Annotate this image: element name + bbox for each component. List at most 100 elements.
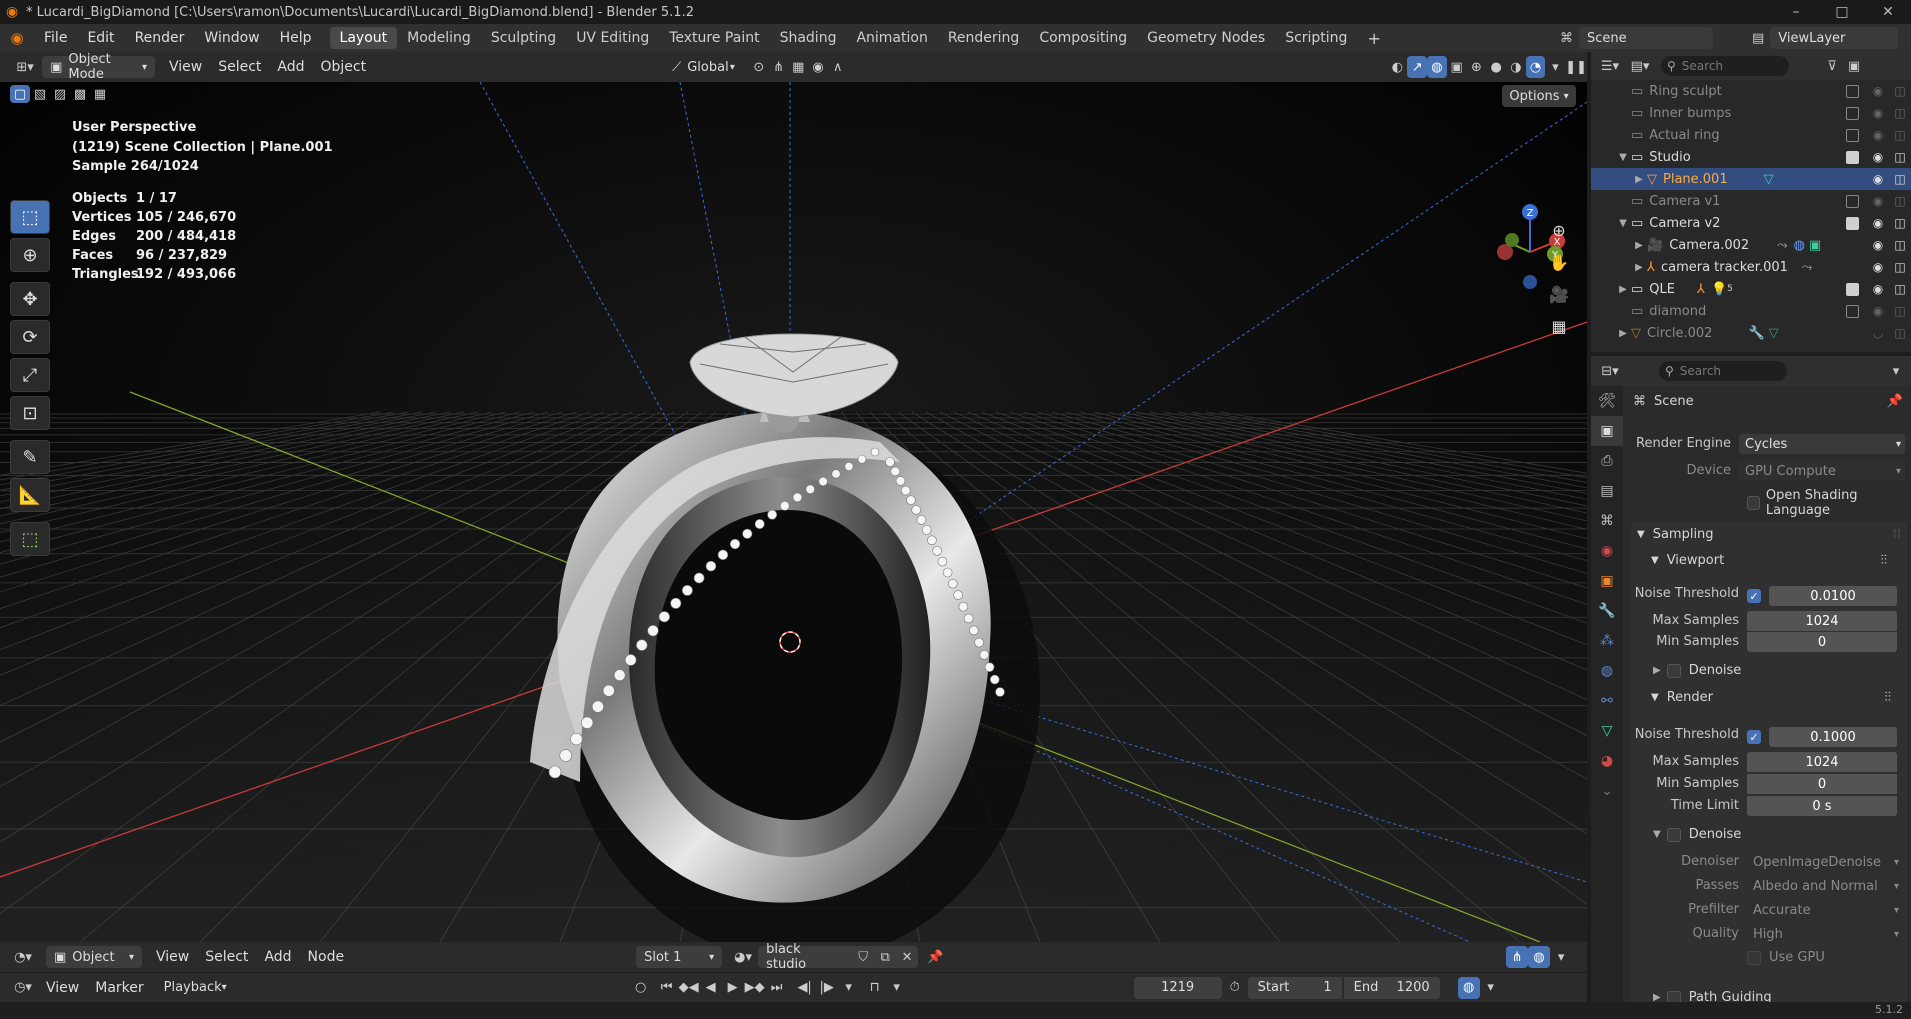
solid-shading-icon[interactable]: ● xyxy=(1486,56,1506,78)
render-denoise-subpanel[interactable]: ▼ Denoise xyxy=(1653,827,1741,842)
chevron-down-icon[interactable]: ▼ xyxy=(1615,218,1631,229)
render-time-limit-field[interactable]: 0 s xyxy=(1747,796,1897,816)
world-tab-icon[interactable]: ◉ xyxy=(1591,536,1623,566)
viewport-noise-threshold-field[interactable]: 0.0100 xyxy=(1769,586,1897,606)
pan-hand-icon[interactable]: ✋ xyxy=(1545,248,1573,276)
osl-checkbox[interactable] xyxy=(1747,496,1760,510)
workspace-tab-geometry-nodes[interactable]: Geometry Nodes xyxy=(1137,27,1275,49)
chevron-right-icon[interactable]: ▶ xyxy=(1631,174,1647,185)
close-button[interactable]: ✕ xyxy=(1865,0,1911,24)
viewport-menu-view[interactable]: View xyxy=(161,56,210,78)
options-dropdown[interactable]: Options ▾ xyxy=(1502,85,1576,107)
camera-render-icon[interactable]: ◫ xyxy=(1889,84,1911,98)
editor-type-icon[interactable]: ⊞▾ xyxy=(8,56,42,78)
eye-icon[interactable]: ◉ xyxy=(1867,216,1889,230)
pivot-point-icon[interactable]: ⊙ xyxy=(749,56,769,78)
render-denoise-checkbox[interactable] xyxy=(1666,827,1681,842)
data-tab-icon[interactable]: ▽ xyxy=(1591,716,1623,746)
workspace-tab-layout[interactable]: Layout xyxy=(329,27,398,49)
viewport-menu-select[interactable]: Select xyxy=(210,56,269,78)
workspace-tab-compositing[interactable]: Compositing xyxy=(1029,27,1137,49)
physics-tab-icon[interactable]: ◍ xyxy=(1591,656,1623,686)
display-mode-icon[interactable]: ▤▾ xyxy=(1625,55,1655,77)
chevron-down-icon[interactable]: ▾ xyxy=(838,977,860,999)
material-shading-icon[interactable]: ◑ xyxy=(1506,56,1526,78)
render-max-samples-field[interactable]: 1024 xyxy=(1747,752,1897,772)
camera-render-icon[interactable]: ◫ xyxy=(1889,216,1911,230)
eye-icon[interactable]: ◉ xyxy=(1867,172,1889,186)
viewport-noise-threshold-checkbox[interactable]: ✓ xyxy=(1747,589,1761,603)
scene-tab-icon[interactable]: ⌘ xyxy=(1591,506,1623,536)
xray-toggle-icon[interactable]: ▣ xyxy=(1447,56,1467,78)
rendered-shading-icon[interactable]: ◔ xyxy=(1525,56,1546,78)
workspace-tab-modeling[interactable]: Modeling xyxy=(397,27,481,49)
exclude-checkbox[interactable] xyxy=(1846,106,1859,120)
menu-edit[interactable]: Edit xyxy=(77,24,124,52)
select-box-tool-icon[interactable]: ⬚ xyxy=(10,200,50,234)
new-collection-icon[interactable]: ▣ xyxy=(1843,55,1865,77)
osl-option[interactable]: Open Shading Language xyxy=(1747,488,1911,518)
move-tool-icon[interactable]: ✥ xyxy=(10,282,50,316)
object-tab-icon[interactable]: ▣ xyxy=(1591,566,1623,596)
gizmo-neg-y[interactable] xyxy=(1505,233,1519,247)
proportional-edit-icon[interactable]: ◉ xyxy=(808,56,828,78)
camera-render-icon[interactable]: ◫ xyxy=(1889,106,1911,120)
outliner-row-circle-002[interactable]: ▶ ▽ Circle.002 🔧 ▽ ◡ ◫ xyxy=(1591,322,1911,344)
start-frame-field[interactable]: Start 1 xyxy=(1247,976,1342,999)
material-name-field[interactable]: black studio xyxy=(758,942,853,972)
shader-menu-add[interactable]: Add xyxy=(256,946,299,968)
unlink-material-icon[interactable]: ✕ xyxy=(896,946,919,968)
outliner-row-ring-sculpt[interactable]: ▭ Ring sculpt ◉ ◫ xyxy=(1591,80,1911,102)
presets-icon[interactable]: ⫶⫶ xyxy=(1881,553,1888,568)
quality-dropdown[interactable]: High ▾ xyxy=(1747,924,1903,944)
outliner-row-inner-bumps[interactable]: ▭ Inner bumps ◉ ◫ xyxy=(1591,102,1911,124)
minimize-button[interactable]: – xyxy=(1773,0,1819,24)
workspace-tab-sculpting[interactable]: Sculpting xyxy=(481,27,566,49)
outliner-row-camera-v2[interactable]: ▼ ▭ Camera v2 ◉ ◫ xyxy=(1591,212,1911,234)
current-frame-field[interactable]: 1219 xyxy=(1133,976,1222,999)
tool-tab-icon[interactable]: 🛠 xyxy=(1591,386,1623,416)
menu-help[interactable]: Help xyxy=(270,24,322,52)
jump-start-icon[interactable]: ⏮ xyxy=(656,977,678,999)
workspace-tab-scripting[interactable]: Scripting xyxy=(1275,27,1357,49)
eye-icon[interactable]: ◉ xyxy=(1867,84,1889,98)
hidden-eye-icon[interactable]: ◡ xyxy=(1867,326,1889,340)
outliner-row-qle[interactable]: ▶ ▭ QLE ⅄ 💡 5 ◉ ◫ xyxy=(1591,278,1911,300)
gizmo-neg-z[interactable] xyxy=(1523,275,1537,289)
chevron-right-icon[interactable]: ▶ xyxy=(1615,328,1631,339)
next-frame-icon[interactable]: |▶ xyxy=(816,977,838,999)
view-layer-selector[interactable]: ▤ ViewLayer xyxy=(1752,27,1904,49)
properties-editor-type-icon[interactable]: ⊟▾ xyxy=(1595,360,1625,382)
chevron-down-icon[interactable]: ▼ xyxy=(1615,152,1631,163)
denoiser-dropdown[interactable]: OpenImageDenoise ▾ xyxy=(1747,852,1903,872)
view-layer-tab-icon[interactable]: ▤ xyxy=(1591,476,1623,506)
auto-key-icon[interactable]: ⊓ xyxy=(864,977,886,999)
shader-editor-type-icon[interactable]: ◔▾ xyxy=(8,946,38,968)
output-tab-icon[interactable]: ⎙ xyxy=(1591,446,1623,476)
exclude-checkbox[interactable] xyxy=(1846,304,1859,318)
material-slot-dropdown[interactable]: Slot 1 ▾ xyxy=(636,946,723,968)
eye-icon[interactable]: ◉ xyxy=(1867,260,1889,274)
cursor-tool-icon[interactable]: ⊕ xyxy=(10,238,50,272)
pin-icon[interactable]: 📌 xyxy=(924,946,946,968)
use-gpu-checkbox[interactable] xyxy=(1747,950,1761,965)
material-browse-icon[interactable]: ◕▾ xyxy=(728,946,758,968)
3d-viewport[interactable]: Z X Y ⬚ ⊕ ✥ ⟳ ⤢ ⊡ ✎ 📐 ⬚ ▢ ▧ ▨ ▩ ▦ Option… xyxy=(0,82,1587,942)
constraints-tab-icon[interactable]: ⚯ xyxy=(1591,686,1623,716)
select-new-icon[interactable]: ▢ xyxy=(10,85,30,103)
drag-handle-icon[interactable]: ⁞⁞ xyxy=(1893,527,1901,542)
maximize-button[interactable]: □ xyxy=(1819,0,1865,24)
play-icon[interactable]: ▶ xyxy=(722,977,744,999)
prev-frame-icon[interactable]: ◀| xyxy=(794,977,816,999)
passes-dropdown[interactable]: Albedo and Normal ▾ xyxy=(1747,876,1903,896)
outliner-row-camera-tracker[interactable]: ▶ ⅄ camera tracker.001 ⤳ ◉ ◫ xyxy=(1591,256,1911,278)
viewport-min-samples-field[interactable]: 0 xyxy=(1747,632,1897,652)
outliner-row-diamond[interactable]: ▭ diamond ◉ ◫ xyxy=(1591,300,1911,322)
workspace-tab-uv-editing[interactable]: UV Editing xyxy=(566,27,659,49)
pin-icon[interactable]: 📌 xyxy=(1887,394,1903,409)
falloff-icon[interactable]: ∧ xyxy=(828,56,848,78)
snap-target-icon[interactable]: ▦ xyxy=(788,56,808,78)
playback-dropdown[interactable]: Playback ▾ xyxy=(155,976,232,999)
outliner-row-studio[interactable]: ▼ ▭ Studio ◉ ◫ xyxy=(1591,146,1911,168)
camera-render-icon[interactable]: ◫ xyxy=(1889,326,1911,340)
